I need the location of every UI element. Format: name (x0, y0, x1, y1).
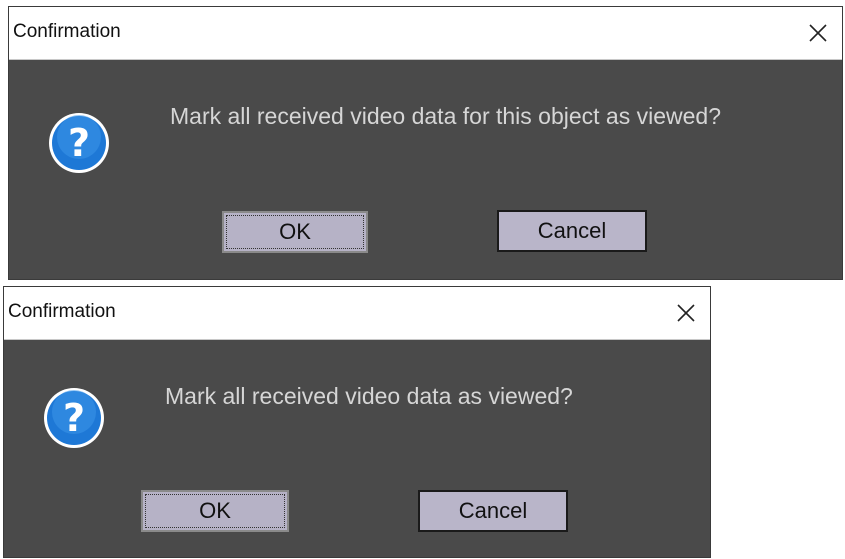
close-button[interactable] (666, 293, 706, 333)
question-icon: ? (49, 113, 109, 173)
svg-text:?: ? (68, 121, 90, 165)
confirmation-message: Mark all received video data for this ob… (170, 103, 722, 129)
confirmation-dialog-all: Confirmation ? Mark all received video d… (3, 286, 711, 558)
cancel-button[interactable]: Cancel (418, 490, 568, 532)
close-icon (809, 24, 827, 42)
confirmation-dialog-object: Confirmation ? Mark all received video d… (8, 6, 843, 280)
close-button[interactable] (798, 13, 838, 53)
dialog-title: Confirmation (13, 21, 121, 42)
confirmation-message: Mark all received video data as viewed? (165, 383, 573, 409)
title-bar: Confirmation (9, 7, 842, 60)
close-icon (677, 304, 695, 322)
dialog-title: Confirmation (8, 301, 116, 322)
ok-button[interactable]: OK (222, 211, 368, 253)
cancel-button[interactable]: Cancel (497, 210, 647, 252)
ok-button[interactable]: OK (141, 490, 289, 532)
svg-text:?: ? (63, 396, 85, 440)
question-icon: ? (44, 388, 104, 448)
title-bar: Confirmation (4, 287, 710, 340)
